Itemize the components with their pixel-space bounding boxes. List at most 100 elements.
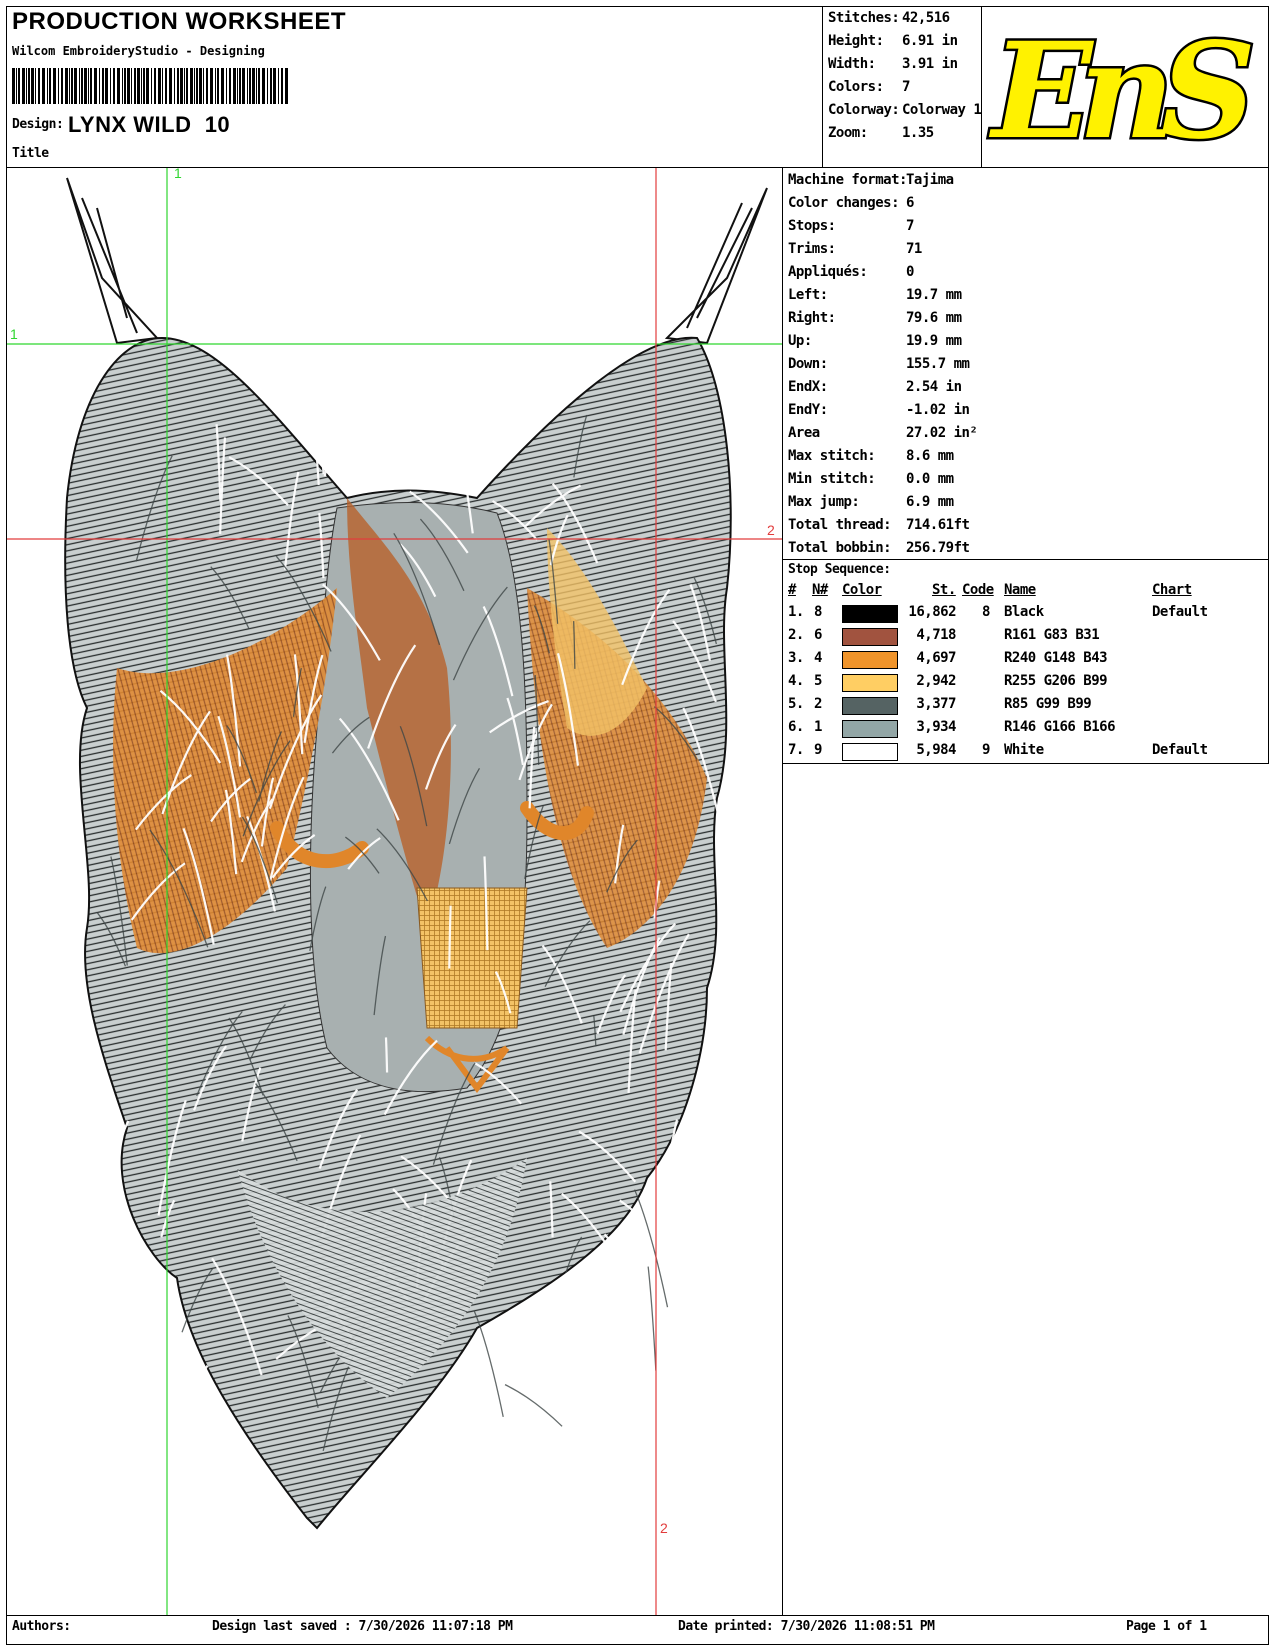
barcode-bar	[124, 68, 126, 104]
barcode-bar	[233, 68, 236, 104]
seq-stitches: 4,697	[916, 650, 956, 666]
barcode-bar	[226, 68, 227, 104]
seq-color-name: Black	[1004, 604, 1044, 620]
machine-value: 6.9 mm	[906, 494, 954, 510]
seq-stitches: 4,718	[916, 627, 956, 643]
barcode-bar	[215, 68, 216, 104]
table-row: 5. 2 3,377 R85 G99 B99	[784, 694, 1268, 718]
table-row: 1. 8 16,862 8 Black Default	[784, 602, 1268, 626]
barcode-bar	[151, 68, 152, 104]
barcode-bar	[247, 68, 248, 104]
fur-stroke	[603, 1233, 656, 1315]
barcode-bar	[127, 68, 130, 104]
barcode-bar	[217, 68, 219, 104]
barcode-bar	[42, 68, 45, 104]
barcode-bar	[84, 68, 87, 104]
guide-v1-label: 1	[174, 168, 182, 181]
barcode-bar	[203, 68, 204, 104]
machine-value: 19.7 mm	[906, 287, 962, 303]
stat-zoom: Zoom: 1.35	[824, 123, 980, 147]
fur-stroke	[109, 1380, 162, 1483]
color-swatch	[842, 697, 898, 715]
machine-row: Stops: 7	[784, 215, 1268, 239]
machine-value: 8.6 mm	[906, 448, 954, 464]
barcode-bar	[242, 68, 245, 104]
barcode-bar	[38, 68, 40, 104]
barcode-bar	[26, 68, 27, 104]
machine-label: Max jump:	[788, 494, 860, 510]
machine-label: Right:	[788, 310, 836, 326]
machine-label: Trims:	[788, 241, 836, 257]
footer-date-printed: Date printed: 7/30/2026 11:08:51 PM	[678, 1619, 935, 1634]
design-label: Design:	[12, 117, 64, 132]
barcode-bar	[105, 68, 108, 104]
machine-label: Machine format:	[788, 172, 907, 188]
barcode-bar	[281, 68, 283, 104]
barcode-bar	[65, 68, 68, 104]
barcode-bar	[221, 68, 224, 104]
stat-width: Width: 3.91 in	[824, 54, 980, 78]
barcode-bar	[137, 68, 140, 104]
machine-row: Trims: 71	[784, 238, 1268, 262]
software-name: Wilcom EmbroideryStudio - Designing	[12, 44, 265, 58]
color-swatch	[842, 674, 898, 692]
seq-chart: Default	[1152, 742, 1208, 758]
machine-row: Max stitch: 8.6 mm	[784, 445, 1268, 469]
stat-label: Stitches:	[828, 10, 900, 26]
barcode-bar	[131, 68, 132, 104]
machine-row: Color changes: 6	[784, 192, 1268, 216]
machine-value: 7	[906, 218, 914, 234]
fur-stroke	[605, 1325, 654, 1390]
machine-value: 71	[906, 241, 922, 257]
barcode	[12, 68, 288, 104]
color-swatch	[842, 651, 898, 669]
seq-stitches: 5,984	[916, 742, 956, 758]
col-name: Name	[1004, 582, 1036, 598]
footer-authors: Authors:	[12, 1619, 71, 1634]
barcode-bar	[285, 68, 288, 104]
machine-label: Down:	[788, 356, 828, 372]
machine-label: Area	[788, 425, 820, 441]
barcode-bar	[194, 68, 195, 104]
fur-stroke	[647, 1266, 657, 1371]
footer-last-saved: Design last saved : 7/30/2026 11:07:18 P…	[212, 1619, 513, 1634]
fur-stroke	[504, 1384, 563, 1427]
col-color: Color	[842, 582, 882, 598]
seq-stitches: 3,934	[916, 719, 956, 735]
color-swatch	[842, 605, 898, 623]
barcode-bar	[267, 68, 268, 104]
barcode-bar	[99, 68, 100, 104]
seq-color-name: R240 G148 B43	[1004, 650, 1108, 666]
stat-value: 7	[902, 79, 910, 95]
barcode-bar	[12, 68, 15, 104]
stat-colorway: Colorway: Colorway 1	[824, 100, 982, 124]
barcode-bar	[206, 68, 208, 104]
color-swatch	[842, 720, 898, 738]
table-row: 4. 5 2,942 R255 G206 B99	[784, 671, 1268, 695]
stat-value: 6.91 in	[902, 33, 958, 49]
machine-row: EndX: 2.54 in	[784, 376, 1268, 400]
fur-stroke	[154, 1365, 209, 1482]
barcode-bar	[58, 68, 59, 104]
stat-value: 42,516	[902, 10, 950, 26]
machine-value: 256.79ft	[906, 540, 970, 556]
fur-stroke	[633, 1189, 669, 1308]
barcode-bar	[47, 68, 48, 104]
machine-row: Min stitch: 0.0 mm	[784, 468, 1268, 492]
machine-value: -1.02 in	[906, 402, 970, 418]
machine-row: Max jump: 6.9 mm	[784, 491, 1268, 515]
barcode-bar	[278, 68, 279, 104]
barcode-bar	[81, 68, 83, 104]
machine-value: 6	[906, 195, 914, 211]
seq-num: 5.	[788, 696, 804, 712]
barcode-bar	[190, 68, 193, 104]
barcode-bar	[184, 68, 185, 104]
seq-color-name: R161 G83 B31	[1004, 627, 1100, 643]
machine-label: Color changes:	[788, 195, 900, 211]
machine-label: Appliqués:	[788, 264, 868, 280]
barcode-bar	[174, 68, 175, 104]
stat-colors: Colors: 7	[824, 77, 980, 101]
design-name: LYNX WILD 10	[68, 112, 231, 137]
machine-label: Stops:	[788, 218, 836, 234]
guide-v2-label: 2	[660, 1520, 668, 1536]
